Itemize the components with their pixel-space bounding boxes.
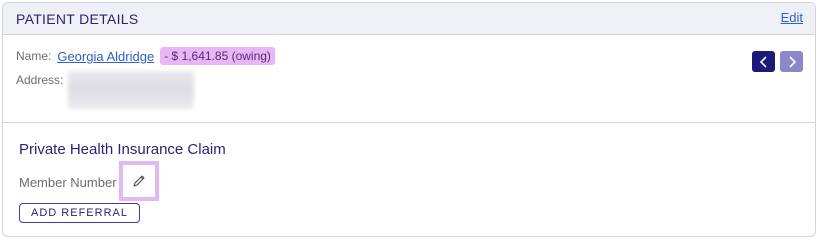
- next-patient-button[interactable]: [780, 51, 803, 72]
- card-header: PATIENT DETAILS Edit: [3, 3, 815, 35]
- member-number-label: Member Number: [19, 175, 117, 190]
- card-title: PATIENT DETAILS: [16, 11, 139, 27]
- previous-patient-button[interactable]: [752, 51, 775, 72]
- name-row: Name: Georgia Aldridge - $ 1,641.85 (owi…: [16, 47, 275, 65]
- balance-badge: - $ 1,641.85 (owing): [160, 47, 275, 65]
- chevron-right-icon: [788, 55, 796, 68]
- edit-link[interactable]: Edit: [781, 10, 803, 25]
- chevron-left-icon: [759, 55, 767, 68]
- patient-details-card: PATIENT DETAILS Edit Name: Georgia Aldri…: [2, 2, 816, 237]
- address-row: Address:: [16, 71, 194, 109]
- insurance-claim-section: Private Health Insurance Claim Member Nu…: [3, 123, 815, 236]
- address-label: Address:: [16, 73, 64, 87]
- edit-member-number-button[interactable]: [119, 161, 159, 201]
- pencil-icon: [133, 175, 145, 187]
- claim-title: Private Health Insurance Claim: [19, 141, 226, 158]
- name-label: Name:: [16, 49, 52, 63]
- patient-info-section: Name: Georgia Aldridge - $ 1,641.85 (owi…: [3, 35, 815, 123]
- address-redacted: [68, 71, 194, 109]
- patient-name-link[interactable]: Georgia Aldridge: [57, 49, 154, 64]
- add-referral-button[interactable]: ADD REFERRAL: [19, 203, 140, 223]
